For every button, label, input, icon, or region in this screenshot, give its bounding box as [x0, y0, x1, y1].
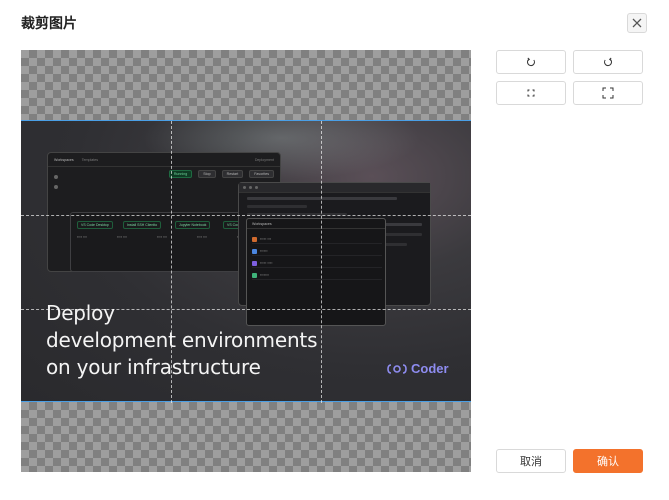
crop-mask-top — [21, 50, 471, 120]
crop-area[interactable]: Workspaces Templates Deployment Running … — [21, 50, 471, 472]
crop-grid-line — [321, 121, 322, 403]
crop-box[interactable] — [21, 120, 471, 403]
cancel-button[interactable]: 取消 — [496, 449, 566, 473]
fit-button[interactable] — [496, 81, 566, 105]
crop-grid-line — [171, 121, 172, 403]
crop-mask-bottom — [21, 402, 471, 472]
crop-image-dialog: 裁剪图片 Workspaces Templates Deployment Run… — [0, 0, 669, 500]
close-icon — [632, 18, 642, 28]
expand-button[interactable] — [573, 81, 643, 105]
rotate-right-icon — [604, 57, 612, 67]
expand-icon — [602, 87, 614, 99]
crop-grid-line — [21, 215, 471, 216]
confirm-button[interactable]: 确认 — [573, 449, 643, 473]
crop-grid-line — [21, 309, 471, 310]
close-button[interactable] — [627, 13, 647, 33]
rotate-right-button[interactable] — [573, 50, 643, 74]
rotate-left-button[interactable] — [496, 50, 566, 74]
rotate-left-icon — [527, 57, 535, 67]
fit-icon — [527, 89, 535, 97]
dialog-title: 裁剪图片 — [21, 15, 77, 31]
